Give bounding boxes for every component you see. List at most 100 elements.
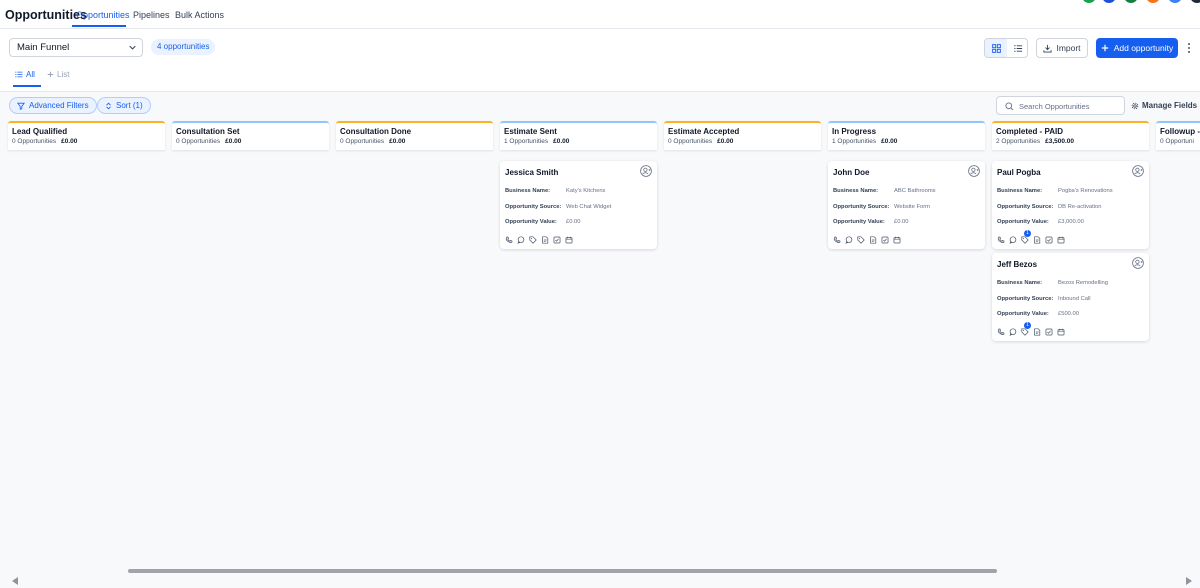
- phone-icon[interactable]: [833, 235, 841, 243]
- business-name-value: Pogba's Renovations: [1058, 188, 1113, 194]
- calendar-icon[interactable]: [1057, 235, 1065, 244]
- task-icon[interactable]: [1045, 235, 1053, 244]
- header-avatar[interactable]: [1102, 0, 1116, 3]
- opportunity-source-row: Opportunity Source: Web Chat Widget: [505, 204, 611, 210]
- message-icon[interactable]: [1009, 327, 1017, 336]
- opportunity-value-row: Opportunity Value: £0.00: [833, 219, 909, 225]
- assign-user-icon[interactable]: [1132, 165, 1144, 177]
- tag-icon[interactable]: 1: [1021, 230, 1031, 244]
- search-opportunities-input[interactable]: [1019, 99, 1119, 113]
- stage-header[interactable]: Estimate Accepted 0 Opportunities £0.00: [664, 121, 821, 150]
- business-name-label: Business Name:: [833, 188, 879, 194]
- contact-name[interactable]: Jeff Bezos: [997, 260, 1037, 269]
- manage-fields-button[interactable]: Manage Fields: [1131, 101, 1197, 110]
- pipeline-select[interactable]: Main Funnel: [9, 38, 143, 57]
- sort-button[interactable]: Sort (1): [97, 97, 151, 114]
- advanced-filters-button[interactable]: Advanced Filters: [9, 97, 97, 114]
- business-name-value: Bezos Remodelling: [1058, 280, 1108, 286]
- list-icon: [1013, 44, 1022, 52]
- opportunity-source-value: Inbound Call: [1058, 296, 1091, 302]
- stage-header[interactable]: Estimate Sent 1 Opportunities £0.00: [500, 121, 657, 150]
- tag-count-badge: 1: [1024, 230, 1031, 237]
- tag-icon[interactable]: [529, 235, 537, 244]
- horizontal-scrollbar[interactable]: [0, 566, 1200, 588]
- opportunity-value-label: Opportunity Value:: [997, 219, 1049, 225]
- contact-name[interactable]: Jessica Smith: [505, 168, 558, 177]
- note-icon[interactable]: [1033, 327, 1041, 336]
- stage-header[interactable]: Lead Qualified 0 Opportunities £0.00: [8, 121, 165, 150]
- header-avatar[interactable]: [1190, 0, 1200, 3]
- list-view-button[interactable]: [1007, 39, 1027, 57]
- pipeline-stage-column: Lead Qualified 0 Opportunities £0.00: [8, 121, 165, 150]
- tag-icon[interactable]: 1: [1021, 322, 1031, 336]
- phone-icon[interactable]: [997, 235, 1005, 243]
- note-icon[interactable]: [541, 235, 549, 244]
- task-icon[interactable]: [1045, 327, 1053, 336]
- header-avatar[interactable]: [1146, 0, 1160, 3]
- stage-header[interactable]: Consultation Done 0 Opportunities £0.00: [336, 121, 493, 150]
- note-icon[interactable]: [869, 235, 877, 244]
- header-avatar[interactable]: [1168, 0, 1182, 3]
- tab-opportunities[interactable]: Opportunities: [76, 10, 130, 20]
- card-action-icons: 1: [997, 322, 1065, 336]
- stage-header[interactable]: Consultation Set 0 Opportunities £0.00: [172, 121, 329, 150]
- subtab-add-list[interactable]: List: [47, 70, 69, 79]
- assign-user-icon[interactable]: [1132, 257, 1144, 269]
- stage-header[interactable]: Completed - PAID 2 Opportunities £3,500.00: [992, 121, 1149, 150]
- task-icon[interactable]: [553, 235, 561, 244]
- opportunity-card[interactable]: Paul Pogba Business Name: Pogba's Renovati…: [992, 161, 1149, 249]
- header-avatar[interactable]: [1124, 0, 1138, 3]
- calendar-icon[interactable]: [893, 235, 901, 244]
- opportunity-card[interactable]: Jessica Smith Business Name: Katy's Kitche…: [500, 161, 657, 249]
- opportunity-value-label: Opportunity Value:: [833, 219, 885, 225]
- contact-name[interactable]: Paul Pogba: [997, 168, 1041, 177]
- note-icon[interactable]: [1033, 235, 1041, 244]
- search-opportunities-field[interactable]: [996, 96, 1125, 115]
- opportunity-value-value: £500.00: [1058, 311, 1079, 317]
- tab-pipelines[interactable]: Pipelines: [133, 10, 170, 20]
- message-icon[interactable]: [1009, 235, 1017, 244]
- import-button[interactable]: Import: [1036, 38, 1088, 58]
- add-opportunity-button[interactable]: Add opportunity: [1096, 38, 1178, 58]
- subtab-all[interactable]: All: [15, 70, 35, 79]
- advanced-filters-label: Advanced Filters: [29, 101, 89, 110]
- stage-amount: £3,500.00: [1045, 138, 1075, 145]
- business-name-label: Business Name:: [997, 188, 1043, 194]
- scroll-left-arrow-icon[interactable]: [12, 577, 18, 585]
- phone-icon[interactable]: [997, 327, 1005, 335]
- stage-header[interactable]: In Progress 1 Opportunities £0.00: [828, 121, 985, 150]
- card-action-icons: [505, 235, 573, 244]
- opportunity-value-row: Opportunity Value: £3,000.00: [997, 219, 1084, 225]
- opportunity-card[interactable]: Jeff Bezos Business Name: Bezos Remodellin…: [992, 253, 1149, 341]
- scrollbar-thumb[interactable]: [128, 569, 997, 573]
- task-icon[interactable]: [881, 235, 889, 244]
- stage-title: In Progress: [832, 127, 877, 136]
- stage-title: Lead Qualified: [12, 127, 68, 136]
- tag-icon[interactable]: [857, 235, 865, 244]
- calendar-icon[interactable]: [1057, 327, 1065, 336]
- pipeline-stage-column: In Progress 1 Opportunities £0.00 John Doe B…: [828, 121, 985, 249]
- calendar-icon[interactable]: [565, 235, 573, 244]
- card-action-icons: [833, 235, 901, 244]
- more-options-icon[interactable]: [1187, 42, 1191, 54]
- message-icon[interactable]: [845, 235, 853, 244]
- tab-bulk-actions[interactable]: Bulk Actions: [175, 10, 224, 20]
- stage-amount: £0.00: [225, 138, 242, 145]
- grid-icon: [991, 43, 1001, 53]
- download-icon: [1043, 44, 1053, 53]
- plus-icon: [1101, 44, 1108, 52]
- header-avatar[interactable]: [1082, 0, 1096, 3]
- contact-name[interactable]: John Doe: [833, 168, 869, 177]
- board-view-button[interactable]: [985, 39, 1007, 57]
- message-icon[interactable]: [517, 235, 525, 244]
- assign-user-icon[interactable]: [968, 165, 980, 177]
- stage-count: 0 Opportunities: [12, 138, 57, 145]
- scroll-right-arrow-icon[interactable]: [1186, 577, 1192, 585]
- phone-icon[interactable]: [505, 235, 513, 243]
- stage-summary: 0 Opportunities £0.00: [668, 138, 817, 145]
- opportunity-card[interactable]: John Doe Business Name: ABC Bathrooms Oppor…: [828, 161, 985, 249]
- opportunity-value-row: Opportunity Value: £500.00: [997, 311, 1079, 317]
- stage-header[interactable]: Followup - 0 Opportuni: [1156, 121, 1200, 150]
- assign-user-icon[interactable]: [640, 165, 652, 177]
- opportunity-value-value: £3,000.00: [1058, 219, 1084, 225]
